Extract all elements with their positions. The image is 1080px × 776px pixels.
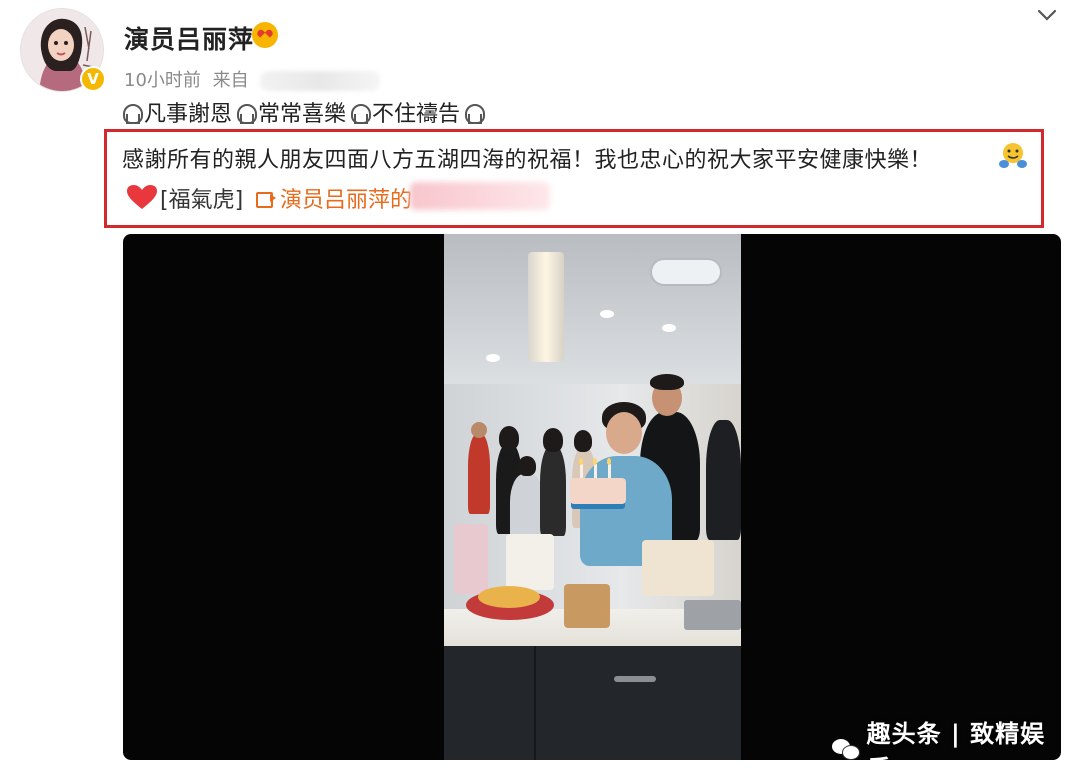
motto-item: 常常喜樂 (258, 102, 347, 127)
guest (540, 446, 566, 536)
skylight (650, 258, 722, 286)
guest-head (543, 428, 563, 452)
gift-box (642, 540, 714, 596)
blurred-source (260, 71, 381, 91)
birthday-cake (570, 478, 626, 504)
candle (580, 464, 583, 478)
praying-emoji-icon (120, 101, 143, 124)
snack-tray (564, 584, 610, 628)
guest-head (518, 456, 536, 476)
pendant-light (528, 252, 564, 362)
verified-badge-icon: V (80, 66, 106, 92)
video-link[interactable]: 演员吕丽萍的 (256, 182, 412, 214)
video-player[interactable]: 趣头条 | 致精娱乐 (123, 234, 1061, 760)
guest-head (471, 422, 487, 438)
praying-emoji-icon (462, 101, 486, 124)
drawer-handle (614, 676, 656, 682)
downlight (486, 354, 500, 362)
post-body-text: 感謝所有的親人朋友四面八方五湖四海的祝福！我也忠心的祝大家平安健康快樂！ (122, 148, 933, 173)
video-link-label: 演员吕丽萍的 (280, 188, 413, 213)
heart-eyes-emoji-icon (252, 22, 278, 48)
guest (468, 434, 490, 514)
video-frame (444, 234, 741, 760)
motto-item: 凡事謝恩 (144, 102, 233, 127)
motto-line: 凡事謝恩 常常喜樂 不住禱告 (120, 96, 486, 128)
watermark-text: 趣头条 | 致精娱乐 (866, 720, 1046, 760)
woman-head (606, 412, 642, 454)
weibo-post: V 演员吕丽萍 10小时前 来自 凡事謝恩 常常喜樂 不住禱告 感謝所有的親人朋… (0, 0, 1080, 776)
video-icon (256, 190, 276, 208)
gift-bag (506, 534, 554, 590)
praying-emoji-icon (234, 101, 258, 124)
cabinet-divider (534, 646, 536, 760)
blurred-link-remainder (410, 182, 550, 210)
post-source-prefix: 来自 (212, 70, 249, 91)
fruit (478, 586, 540, 608)
author-name[interactable]: 演员吕丽萍 (124, 20, 254, 56)
motto-item: 不住禱告 (372, 102, 461, 127)
post-meta: 10小时前 来自 (124, 66, 386, 92)
candle (594, 464, 597, 478)
guest (706, 420, 741, 540)
video-watermark: 趣头条 | 致精娱乐 (832, 714, 1061, 760)
candle-flame (593, 458, 597, 465)
candle-flame (579, 458, 583, 465)
downlight (662, 324, 676, 332)
emoji-tag-text: [福氣虎] (160, 188, 244, 213)
praying-emoji-icon (348, 101, 372, 124)
kitchen-cabinet (444, 646, 741, 760)
wechat-icon (832, 737, 861, 760)
guest-head (499, 426, 519, 450)
chevron-down-icon[interactable] (1036, 4, 1058, 26)
gift-bag (454, 524, 488, 594)
candle-flame (607, 458, 611, 465)
young-man-hair (650, 374, 684, 390)
tray (684, 600, 741, 630)
candle (608, 464, 611, 478)
hug-emoji-icon (999, 143, 1027, 168)
red-heart-icon (127, 185, 157, 209)
guest-head (574, 430, 592, 452)
ceiling (444, 234, 741, 384)
downlight (600, 310, 614, 318)
post-time[interactable]: 10小时前 (124, 70, 201, 91)
